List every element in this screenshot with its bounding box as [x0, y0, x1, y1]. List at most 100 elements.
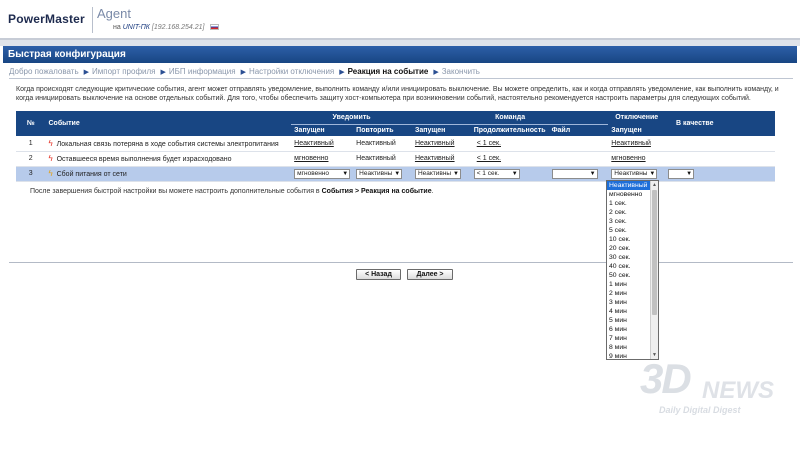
as-cell: [665, 136, 725, 152]
col-as: В качестве: [665, 111, 725, 136]
page-title: Быстрая конфигурация: [3, 46, 797, 63]
col-duration: Продолжительность: [470, 124, 549, 136]
host-prefix: на: [113, 24, 121, 31]
lightning-icon: ϟ: [48, 154, 53, 163]
scroll-thumb[interactable]: [652, 190, 657, 315]
cmd-started-select[interactable]: Неактивны ▼: [414, 168, 461, 179]
as-cell: [665, 151, 725, 167]
row-event: ϟ Сбой питания от сети: [45, 166, 292, 182]
col-command: Команда: [411, 111, 609, 125]
col-notify-repeat: Повторить: [353, 124, 412, 136]
after-setup-note-end: .: [431, 188, 434, 195]
col-event: Событие: [45, 111, 292, 136]
after-setup-note: После завершения быстрой настройки вы мо…: [30, 188, 434, 195]
row-num: 3: [16, 166, 46, 182]
notify-started-select[interactable]: мгновенно ▼: [294, 168, 351, 179]
cmd-started-link[interactable]: Неактивный: [415, 140, 455, 147]
chevron-down-icon: ▼: [394, 170, 401, 177]
after-setup-note-path: События > Реакция на событие: [321, 188, 432, 195]
host-ip: [192.168.254.21]: [151, 24, 205, 31]
russian-flag-icon[interactable]: [210, 24, 220, 30]
table-row: 2 ϟ Оставшееся время выполнения будет из…: [16, 151, 775, 167]
notify-repeat-value: Неактивный: [356, 139, 396, 147]
breadcrumb-event-action: Реакция на событие: [347, 67, 429, 76]
duration-link[interactable]: < 1 сек.: [477, 155, 501, 162]
shutdown-started-select[interactable]: Неактивны ▼: [611, 168, 658, 179]
chevron-down-icon: ▼: [649, 170, 656, 177]
col-shutdown: Отключение: [608, 111, 666, 124]
breadcrumb-arrow-icon: ▶: [240, 69, 246, 76]
breadcrumb-arrow-icon: ▶: [339, 69, 345, 76]
duration-select[interactable]: < 1 сек. ▼: [473, 168, 520, 179]
as-select[interactable]: ▼: [668, 168, 695, 179]
col-spacer: [724, 111, 775, 136]
watermark-news: NEWS: [702, 377, 774, 404]
chevron-down-icon: ▼: [686, 170, 693, 177]
watermark-tagline: Daily Digital Digest: [659, 405, 741, 415]
col-file: Файл: [548, 124, 609, 136]
notify-started-link[interactable]: Неактивный: [294, 140, 334, 147]
product-name: Agent: [97, 6, 131, 21]
host-info: на UNIT-ПК [192.168.254.21]: [113, 24, 220, 31]
cmd-started-link[interactable]: Неактивный: [415, 155, 455, 162]
breadcrumb-import-profile[interactable]: Импорт профиля: [92, 67, 155, 76]
notify-repeat-select-value: Неактивны: [359, 169, 393, 177]
file-cell: [548, 151, 609, 167]
lightning-icon: ϟ: [48, 138, 53, 148]
col-notify-started: Запущен: [291, 124, 354, 136]
chevron-down-icon: ▼: [511, 170, 518, 177]
powermaster-logo: PowerMaster: [8, 12, 85, 26]
breadcrumb-finish[interactable]: Закончить: [442, 67, 480, 76]
scroll-up-arrow-icon[interactable]: ▲: [651, 181, 658, 189]
shutdown-started-select-value: Неактивны: [614, 169, 648, 177]
table-row-selected: 3 ϟ Сбой питания от сети мгновенно ▼ Неак…: [16, 166, 775, 182]
bottom-divider: [9, 262, 793, 263]
duration-link[interactable]: < 1 сек.: [477, 140, 501, 147]
row-num: 1: [16, 136, 46, 152]
col-notify: Уведомить: [291, 111, 412, 125]
chevron-down-icon: ▼: [589, 170, 596, 177]
file-select[interactable]: ▼: [551, 168, 598, 179]
row-event-label: Локальная связь потеряна в ходе события …: [56, 140, 279, 148]
notify-repeat-select[interactable]: Неактивны ▼: [356, 168, 403, 179]
shutdown-started-link[interactable]: мгновенно: [611, 155, 645, 162]
breadcrumb-arrow-icon: ▶: [433, 69, 439, 76]
notify-started-select-value: мгновенно: [297, 169, 330, 177]
file-cell: [548, 136, 609, 152]
dropdown-scrollbar[interactable]: ▲ ▼: [650, 181, 658, 359]
back-button[interactable]: < Назад: [356, 269, 401, 280]
host-name-link[interactable]: UNIT-ПК: [123, 24, 150, 31]
chevron-down-icon: ▼: [452, 170, 459, 177]
col-sd-started: Запущен: [608, 124, 666, 136]
breadcrumb-ups-info[interactable]: ИБП информация: [169, 67, 236, 76]
next-button[interactable]: Далее >: [407, 269, 453, 280]
3dnews-watermark: 3D NEWS Daily Digital Digest: [640, 355, 790, 427]
row-event-label: Оставшееся время выполнения будет израсх…: [56, 156, 232, 163]
header-separator: [92, 7, 93, 33]
shutdown-started-link[interactable]: Неактивный: [611, 140, 651, 147]
breadcrumb-arrow-icon: ▶: [160, 69, 166, 76]
chevron-down-icon: ▼: [342, 170, 349, 177]
table-row: 1 ϟ Локальная связь потеряна в ходе собы…: [16, 136, 775, 152]
event-action-table: № Событие Уведомить Команда Отключение В…: [16, 111, 775, 182]
notify-repeat-value: Неактивный: [356, 155, 396, 162]
row-event: ϟ Локальная связь потеряна в ходе событи…: [45, 136, 292, 152]
after-setup-note-text: После завершения быстрой настройки вы мо…: [30, 188, 320, 195]
row-event: ϟ Оставшееся время выполнения будет изра…: [45, 151, 292, 167]
notify-started-link[interactable]: мгновенно: [294, 155, 328, 162]
col-num: №: [16, 111, 46, 136]
wizard-breadcrumb: Добро пожаловать ▶ Импорт профиля ▶ ИБП инфо…: [9, 67, 793, 79]
cmd-started-select-value: Неактивны: [417, 169, 452, 177]
row-event-label: Сбой питания от сети: [56, 171, 127, 178]
breadcrumb-welcome[interactable]: Добро пожаловать: [9, 67, 79, 76]
shutdown-delay-dropdown-list[interactable]: Неактивный мгновенно 1 сек. 2 сек. 3 сек. 5 с…: [606, 180, 659, 360]
warning-bolt-icon: ϟ: [48, 169, 53, 178]
watermark-3d: 3D: [640, 355, 692, 402]
breadcrumb-arrow-icon: ▶: [83, 69, 90, 76]
row-num: 2: [16, 151, 46, 167]
col-cmd-started: Запущен: [411, 124, 471, 136]
intro-text: Когда происходят следующие критические с…: [16, 86, 779, 102]
breadcrumb-shutdown-settings[interactable]: Настройки отключения: [249, 67, 334, 76]
app-header: PowerMaster Agent на UNIT-ПК [192.168.25…: [0, 0, 800, 40]
duration-select-value: < 1 сек.: [476, 169, 500, 177]
